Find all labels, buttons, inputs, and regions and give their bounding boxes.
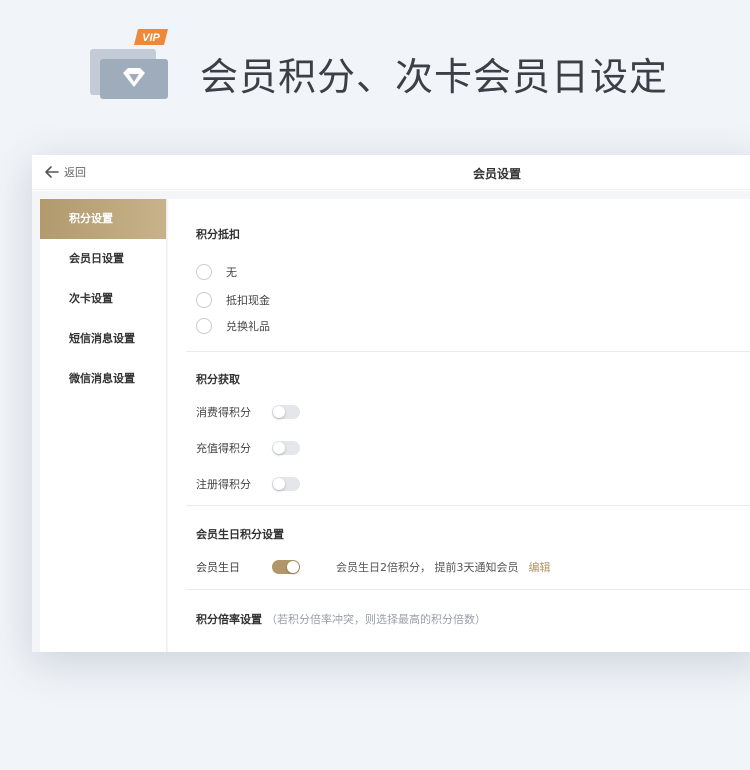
toggle-knob (287, 561, 299, 573)
earning-row-recharge: 充值得积分 (196, 440, 300, 456)
section-title-deduction: 积分抵扣 (196, 228, 240, 241)
birthday-row: 会员生日 会员生日2倍积分， 提前3天通知会员 编辑 (196, 559, 551, 575)
recharge-points-toggle[interactable] (272, 441, 300, 455)
register-points-toggle[interactable] (272, 477, 300, 491)
row-label: 会员生日 (196, 561, 240, 574)
edit-link[interactable]: 编辑 (529, 559, 551, 575)
radio-option-cash[interactable]: 抵扣现金 (196, 292, 270, 308)
vip-badge-text: VIP (142, 32, 160, 44)
toggle-knob (273, 442, 285, 454)
sidebar-item-wechat[interactable]: 微信消息设置 (40, 359, 166, 399)
row-label: 注册得积分 (196, 478, 251, 491)
earning-row-register: 注册得积分 (196, 476, 300, 492)
radio-button[interactable] (196, 318, 212, 334)
panel-header: 返回 会员设置 (32, 155, 750, 190)
row-label: 消费得积分 (196, 406, 251, 419)
hero-title: 会员积分、次卡会员日设定 (200, 55, 669, 99)
settings-panel: 返回 会员设置 积分设置 会员日设置 次卡设置 短信消息设置 微信消息设置 积分… (32, 155, 750, 652)
earning-row-consume: 消费得积分 (196, 404, 300, 420)
settings-content: 积分抵扣 无 抵扣现金 兑换礼品 积分获取 消费得积分 充值得积分 注册得积分 … (168, 199, 750, 652)
radio-option-gift[interactable]: 兑换礼品 (196, 318, 270, 334)
panel-body: 积分设置 会员日设置 次卡设置 短信消息设置 微信消息设置 积分抵扣 无 抵扣现… (32, 191, 750, 652)
section-title-earning: 积分获取 (196, 373, 240, 386)
divider (186, 505, 750, 506)
sidebar-item-points[interactable]: 积分设置 (40, 199, 166, 239)
toggle-knob (273, 406, 285, 418)
sidebar-item-sms[interactable]: 短信消息设置 (40, 319, 166, 359)
section-title-birthday: 会员生日积分设置 (196, 528, 284, 541)
section-title-multiplier: 积分倍率设置 （若积分倍率冲突，则选择最高的积分倍数） (196, 611, 486, 627)
sidebar-item-member-day[interactable]: 会员日设置 (40, 239, 166, 279)
sidebar: 积分设置 会员日设置 次卡设置 短信消息设置 微信消息设置 (40, 199, 167, 652)
birthday-points-toggle[interactable] (272, 560, 300, 574)
toggle-knob (273, 478, 285, 490)
divider (186, 589, 750, 590)
row-label: 充值得积分 (196, 442, 251, 455)
birthday-description: 会员生日2倍积分， 提前3天通知会员 (336, 561, 519, 574)
radio-label: 无 (226, 266, 237, 279)
radio-option-none[interactable]: 无 (196, 264, 237, 280)
radio-label: 兑换礼品 (226, 320, 270, 333)
radio-label: 抵扣现金 (226, 294, 270, 307)
page-title: 会员设置 (472, 167, 521, 181)
multiplier-title: 积分倍率设置 (196, 613, 262, 626)
sidebar-item-punch-card[interactable]: 次卡设置 (40, 279, 166, 319)
radio-button[interactable] (196, 264, 212, 280)
consume-points-toggle[interactable] (272, 405, 300, 419)
divider (186, 351, 750, 352)
radio-button[interactable] (196, 292, 212, 308)
vip-card-icon: VIP (88, 25, 170, 101)
multiplier-note: （若积分倍率冲突，则选择最高的积分倍数） (266, 613, 486, 626)
